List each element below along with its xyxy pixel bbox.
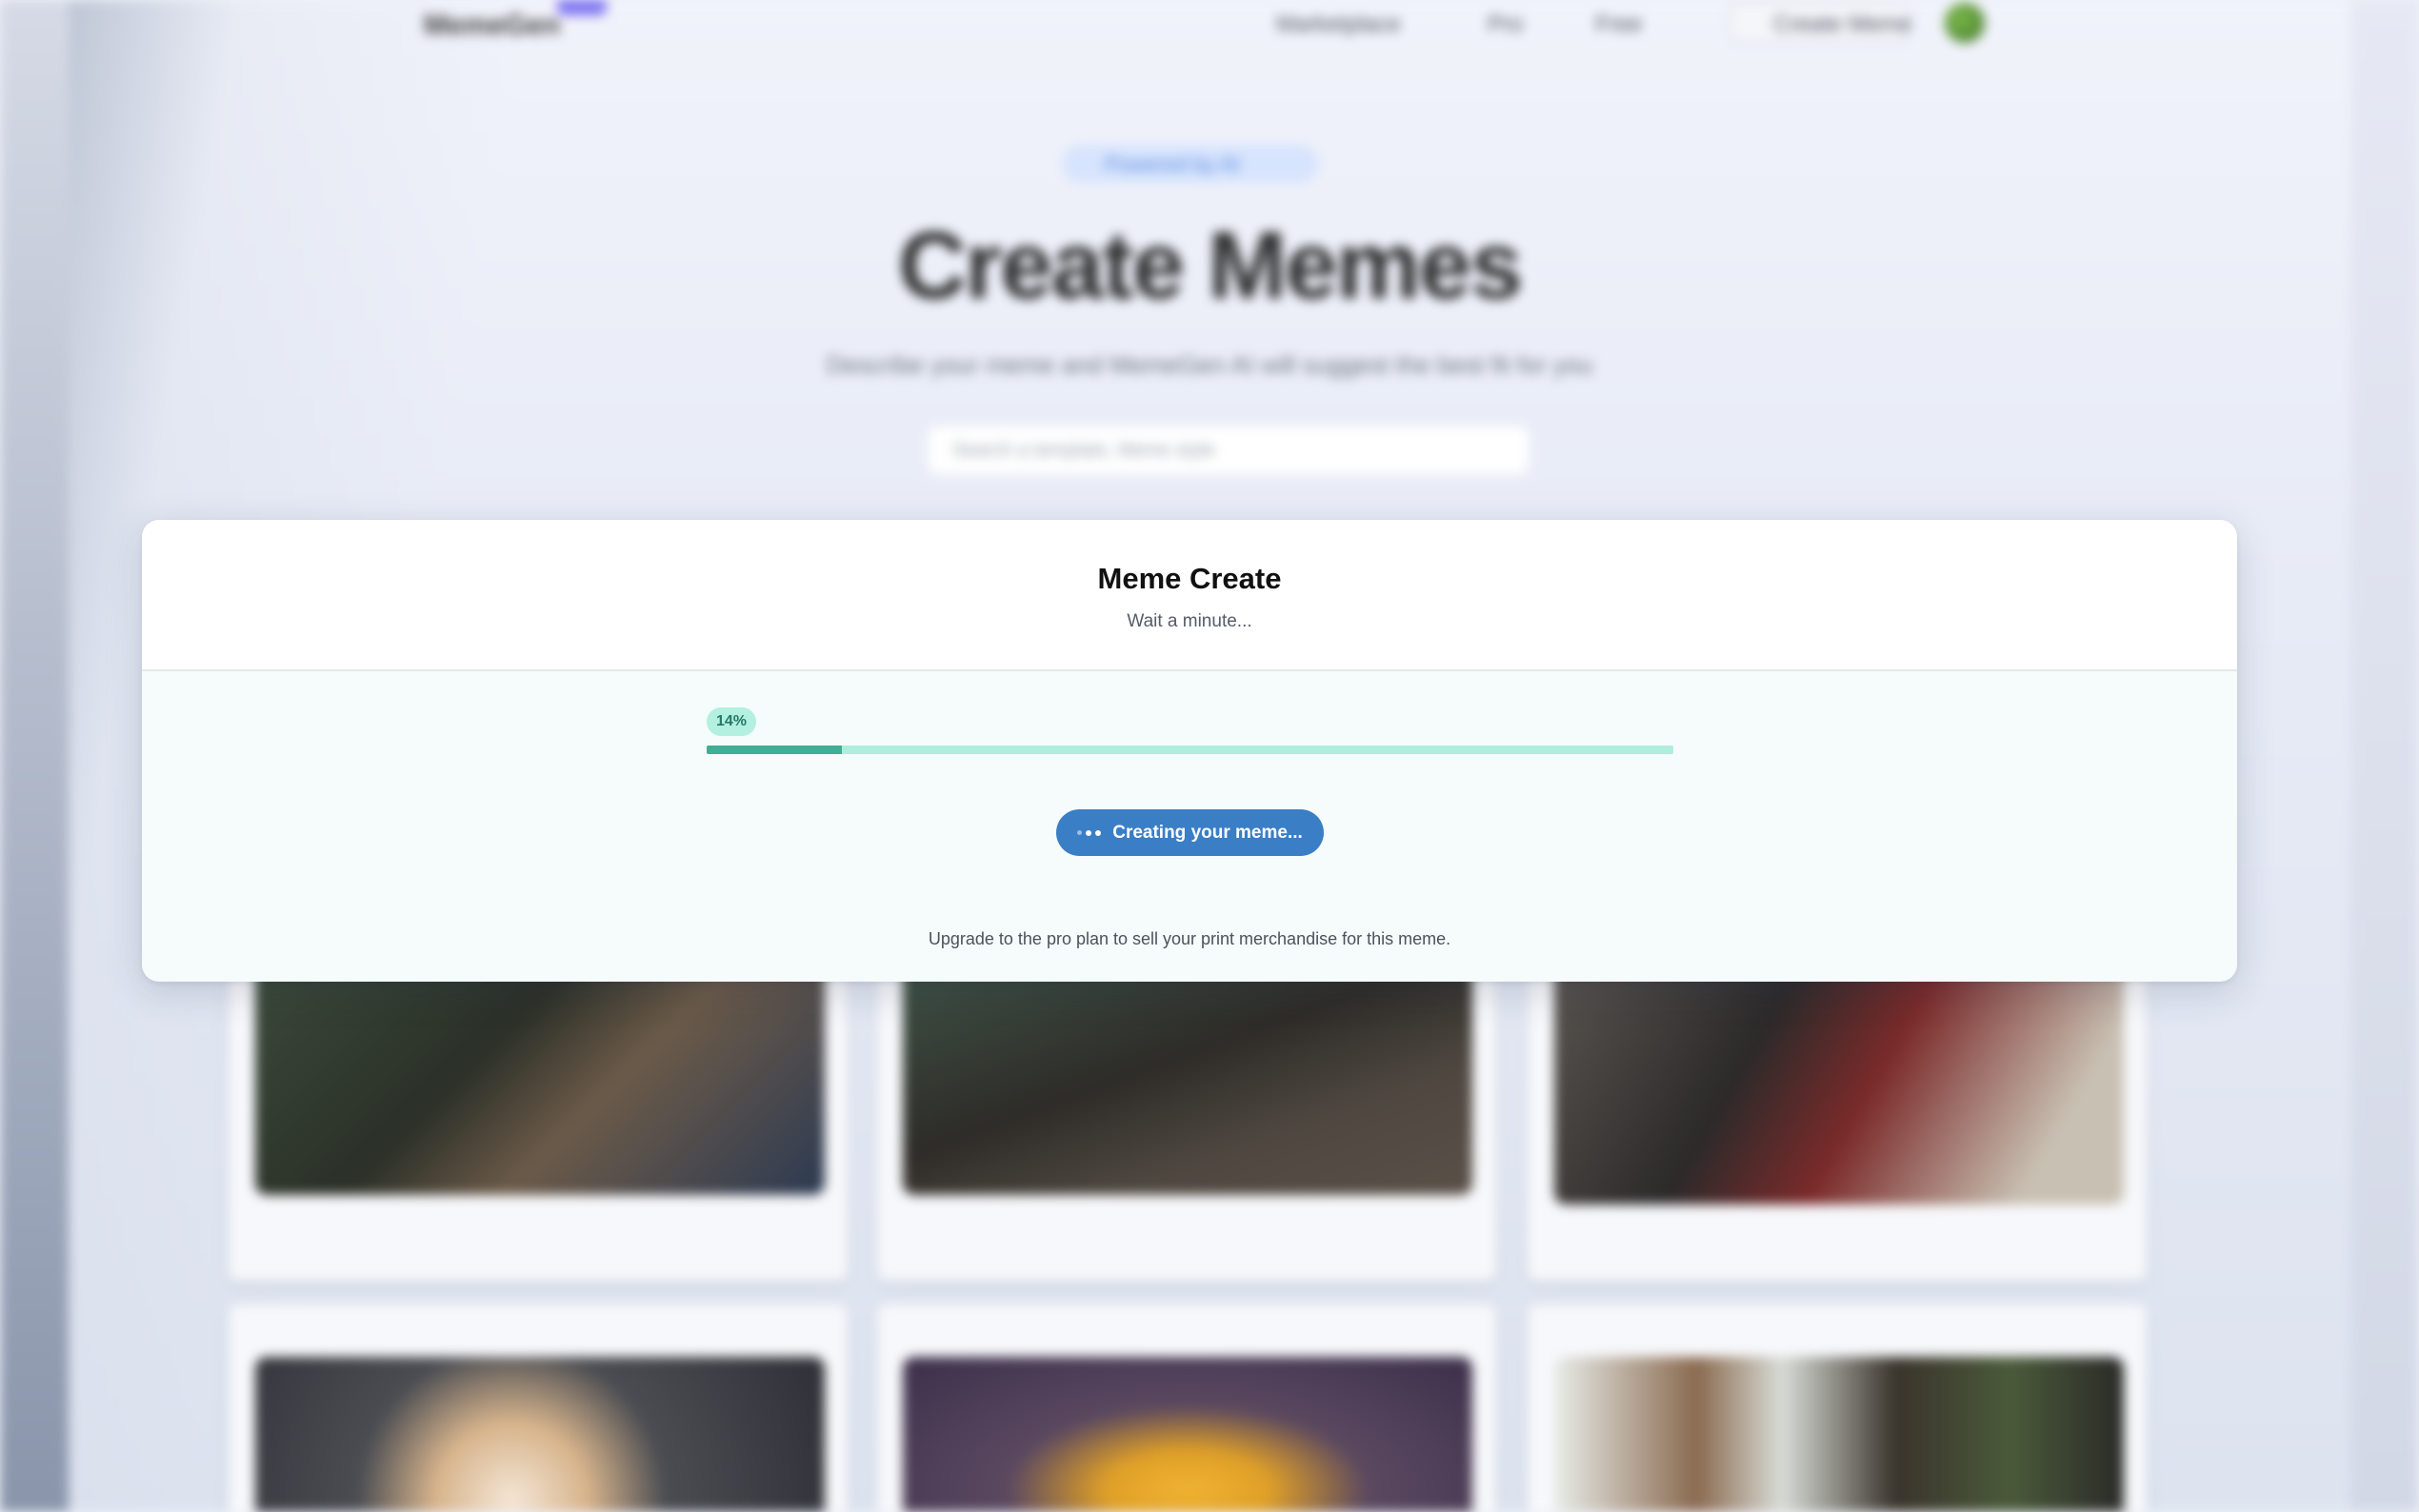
modal-header: Meme Create Wait a minute... xyxy=(142,520,2237,671)
nav-item-free: Free xyxy=(1595,11,1643,37)
meme-thumbnail xyxy=(255,957,825,1195)
upgrade-note: Upgrade to the pro plan to sell your pri… xyxy=(928,929,1451,948)
avatar xyxy=(1945,3,1985,43)
nav-item-create-meme: Create Meme xyxy=(1773,11,1912,37)
creating-meme-button-label: Creating your meme... xyxy=(1112,822,1303,843)
progress-percent-badge: 14% xyxy=(707,707,757,736)
progress-bar-fill xyxy=(707,746,843,754)
hero-badge-label: Powered by AI xyxy=(1105,152,1240,176)
meme-thumbnail xyxy=(903,957,1472,1195)
meme-thumbnail xyxy=(255,1357,825,1512)
brand-badge xyxy=(557,0,607,15)
nav-item-pro: Pro xyxy=(1488,11,1524,37)
modal-title: Meme Create xyxy=(1097,562,1282,595)
meme-create-modal: Meme Create Wait a minute... 14% Creatin… xyxy=(142,520,2237,982)
search-placeholder: Search a template, Meme style xyxy=(952,440,1215,461)
hero-subtitle: Describe your meme and MemeGen AI will s… xyxy=(826,350,1593,379)
meme-thumbnail xyxy=(1554,1357,2124,1512)
meme-thumbnail xyxy=(903,1357,1472,1512)
progress-bar xyxy=(707,746,1673,754)
top-navbar: MemeGen Marketplace Pro Free Create Meme xyxy=(0,0,2419,48)
progress-section: 14% xyxy=(707,707,1673,754)
nav-item-marketplace: Marketplace xyxy=(1276,11,1401,37)
modal-subtitle: Wait a minute... xyxy=(1127,611,1252,631)
hero-title: Create Memes xyxy=(897,212,1523,319)
meme-thumbnail xyxy=(1554,957,2124,1204)
creating-meme-button[interactable]: Creating your meme... xyxy=(1056,809,1324,856)
loading-dots-icon xyxy=(1077,829,1102,836)
brand-logo: MemeGen xyxy=(424,10,561,41)
